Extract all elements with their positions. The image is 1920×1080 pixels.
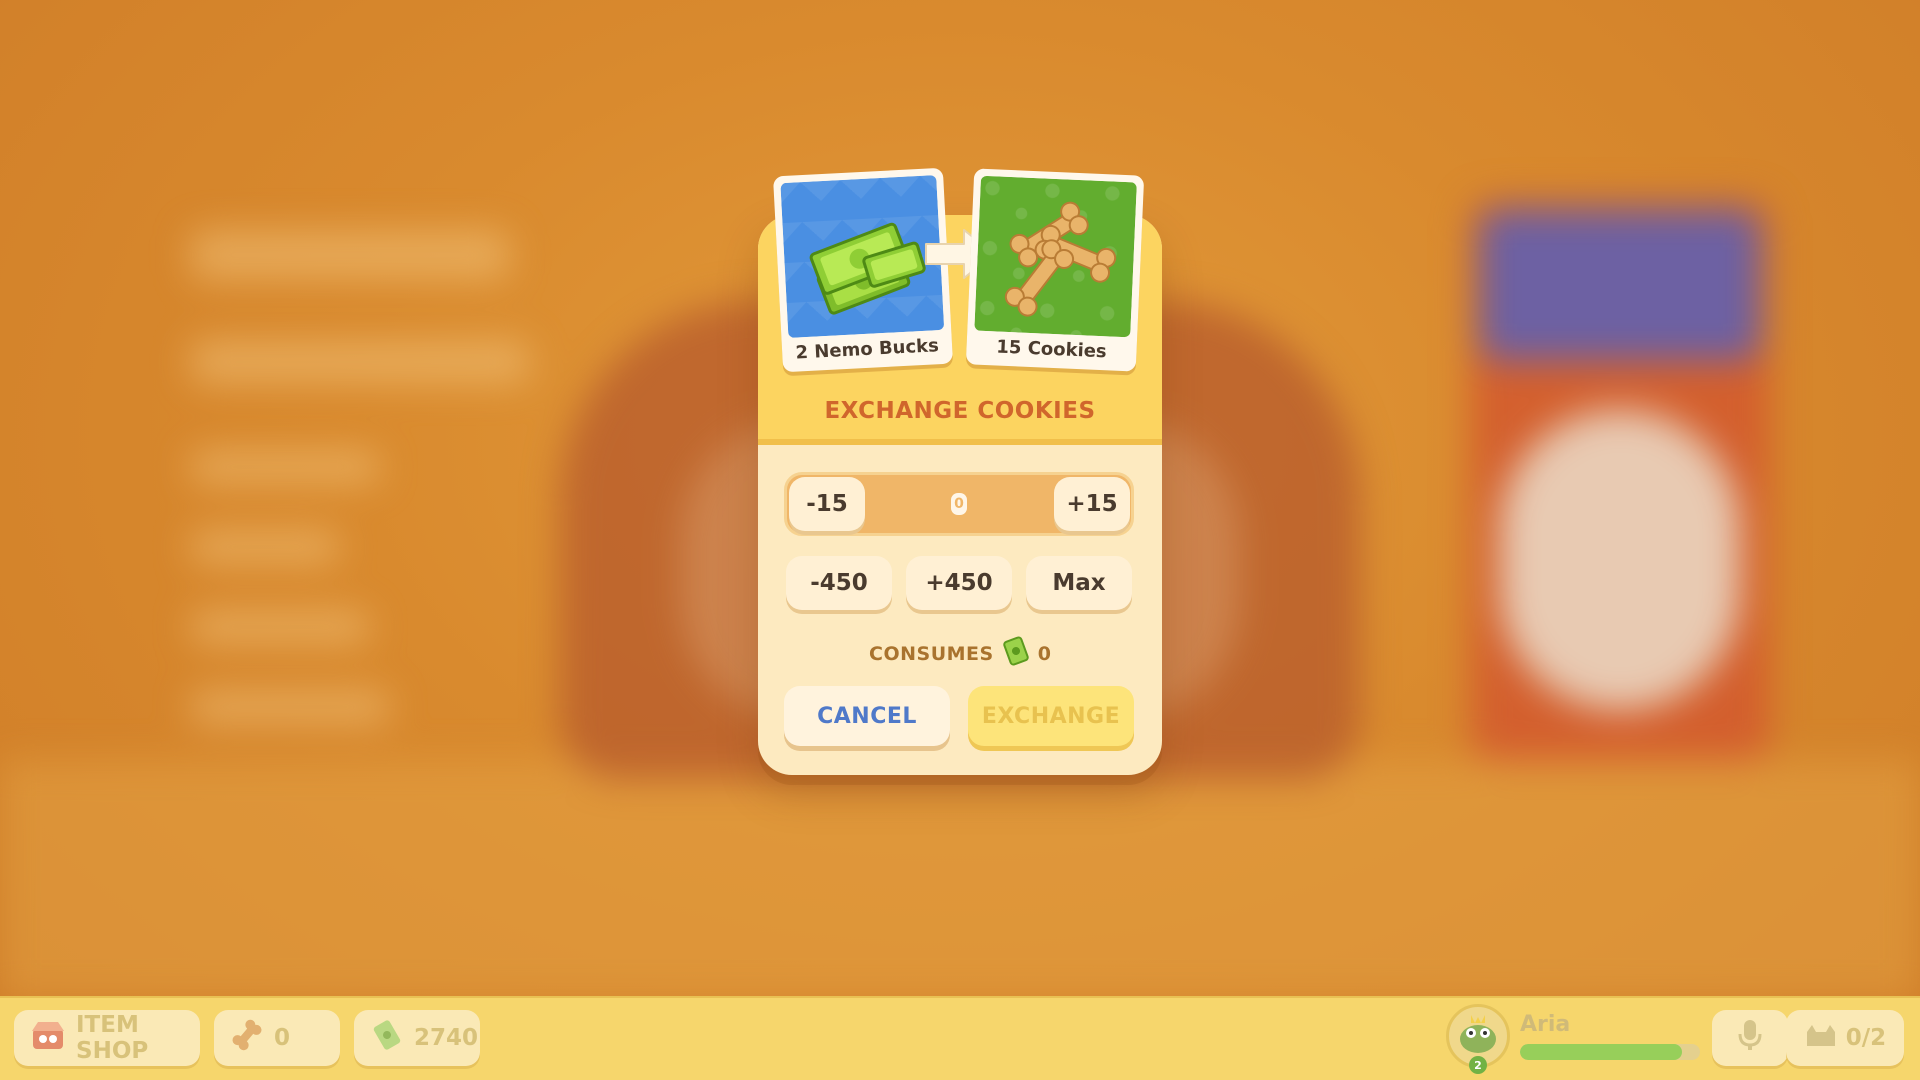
cookie-count: 0 (274, 1025, 291, 1051)
nemo-bucks-caption: 2 Nemo Bucks (795, 335, 940, 364)
player-progress-bar (1520, 1044, 1700, 1060)
player-name: Aria (1520, 1012, 1571, 1037)
dialog-title: EXCHANGE COOKIES (824, 398, 1096, 424)
pets-icon (1804, 1020, 1838, 1056)
item-shop-button[interactable]: ITEM SHOP (14, 1010, 200, 1066)
cash-stack-icon (780, 175, 945, 338)
consumes-amount: 0 (1037, 642, 1051, 665)
player-progress-fill (1520, 1044, 1682, 1060)
bucks-count: 2740 (414, 1025, 479, 1051)
decrease-450-button[interactable]: -450 (786, 556, 892, 610)
consumes-label: CONSUMES (869, 642, 994, 665)
decrease-15-button[interactable]: -15 (789, 477, 865, 531)
dog-biscuit-icon (974, 175, 1137, 338)
bucks-balance: 2740 (354, 1010, 480, 1066)
cancel-button[interactable]: CANCEL (784, 686, 950, 746)
microphone-icon (1736, 1018, 1764, 1058)
cookie-balance: 0 (214, 1010, 340, 1066)
consumes-row: CONSUMES 0 (0, 636, 1920, 671)
nemo-buck-icon (370, 1018, 404, 1058)
dog-biscuit-icon (230, 1018, 264, 1058)
pets-counter[interactable]: 0/2 (1786, 1010, 1904, 1066)
item-shop-label: ITEM SHOP (76, 1012, 149, 1064)
player-level-badge: 2 (1469, 1056, 1487, 1074)
max-button[interactable]: Max (1026, 556, 1132, 610)
exchange-button[interactable]: EXCHANGE (968, 686, 1134, 746)
cookies-caption: 15 Cookies (995, 336, 1108, 363)
shop-icon (30, 1019, 66, 1057)
increase-15-button[interactable]: +15 (1054, 477, 1130, 531)
pets-count: 0/2 (1845, 1025, 1887, 1051)
nemo-buck-icon (1002, 636, 1030, 671)
microphone-button[interactable] (1712, 1010, 1788, 1066)
increase-450-button[interactable]: +450 (906, 556, 1012, 610)
cookies-card: 15 Cookies (965, 168, 1145, 372)
dragon-avatar-icon (1453, 1009, 1503, 1063)
